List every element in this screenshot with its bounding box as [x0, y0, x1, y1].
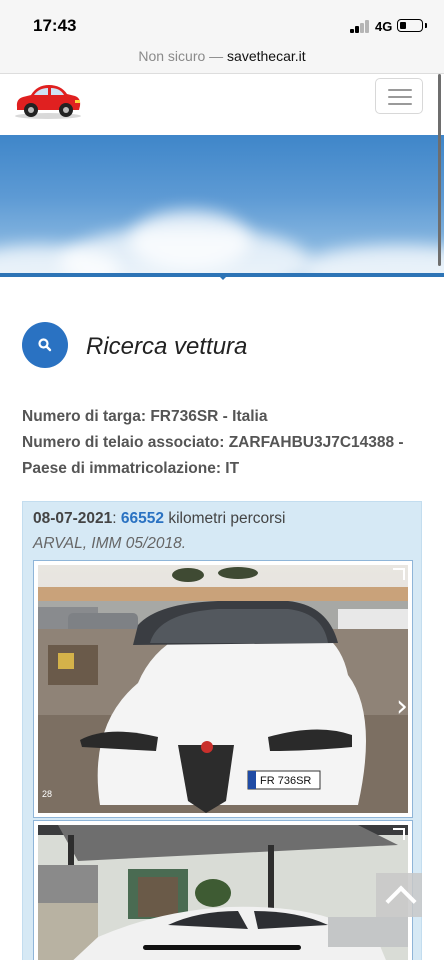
- status-time: 17:43: [33, 16, 77, 35]
- vehicle-info: Numero di targa: FR736SR - Italia Numero…: [22, 404, 437, 482]
- chevron-right-icon[interactable]: ›: [396, 689, 408, 724]
- battery-fill: [399, 21, 406, 29]
- license-plate: FR 736SR: [260, 775, 311, 787]
- page-title: Ricerca vettura: [86, 333, 248, 360]
- scroll-to-top-button[interactable]: [376, 873, 422, 917]
- record-date: 08-07-2021: [33, 510, 113, 527]
- screen: 17:43 4G Non sicuro — savethecar.it Rice…: [0, 0, 444, 960]
- record-summary: 08-07-2021: 66552 kilometri percorsi: [33, 510, 285, 528]
- plate-line: Numero di targa: FR736SR - Italia: [22, 408, 268, 425]
- url-domain: savethecar.it: [227, 48, 306, 64]
- insecure-label: Non sicuro —: [138, 48, 224, 64]
- red-car-icon[interactable]: [13, 79, 83, 121]
- photo-counter: 28: [42, 789, 53, 799]
- hero-notch: [218, 275, 228, 280]
- record-km-label: kilometri percorsi: [164, 510, 286, 527]
- hero-banner: [0, 135, 444, 277]
- expand-icon[interactable]: [393, 568, 405, 580]
- record-separator: :: [112, 510, 117, 527]
- home-indicator[interactable]: [143, 945, 301, 950]
- search-icon: [22, 322, 68, 368]
- car-photo[interactable]: [38, 825, 408, 960]
- expand-icon[interactable]: [393, 828, 405, 840]
- country-line: Paese di immatricolazione: IT: [22, 460, 240, 477]
- record-card: 08-07-2021: 66552 kilometri percorsi ARV…: [22, 501, 422, 960]
- hamburger-icon[interactable]: [375, 78, 423, 114]
- address-bar[interactable]: Non sicuro — savethecar.it: [0, 44, 444, 74]
- site-header: [0, 75, 444, 135]
- photo-frame[interactable]: [33, 820, 413, 960]
- record-km: 66552: [120, 510, 165, 527]
- chassis-line: Numero di telaio associato: ZARFAHBU3J7C…: [22, 434, 404, 451]
- scrollbar[interactable]: [438, 74, 441, 266]
- network-label: 4G: [375, 19, 393, 34]
- battery-cap: [425, 23, 427, 28]
- car-photo[interactable]: FR 736SR 28 ›: [38, 565, 408, 813]
- photo-frame[interactable]: FR 736SR 28 ›: [33, 560, 413, 818]
- battery-icon: [397, 19, 423, 32]
- record-note: ARVAL, IMM 05/2018.: [33, 535, 187, 552]
- status-bar: 17:43 4G: [0, 0, 444, 44]
- signal-icon: [350, 20, 372, 33]
